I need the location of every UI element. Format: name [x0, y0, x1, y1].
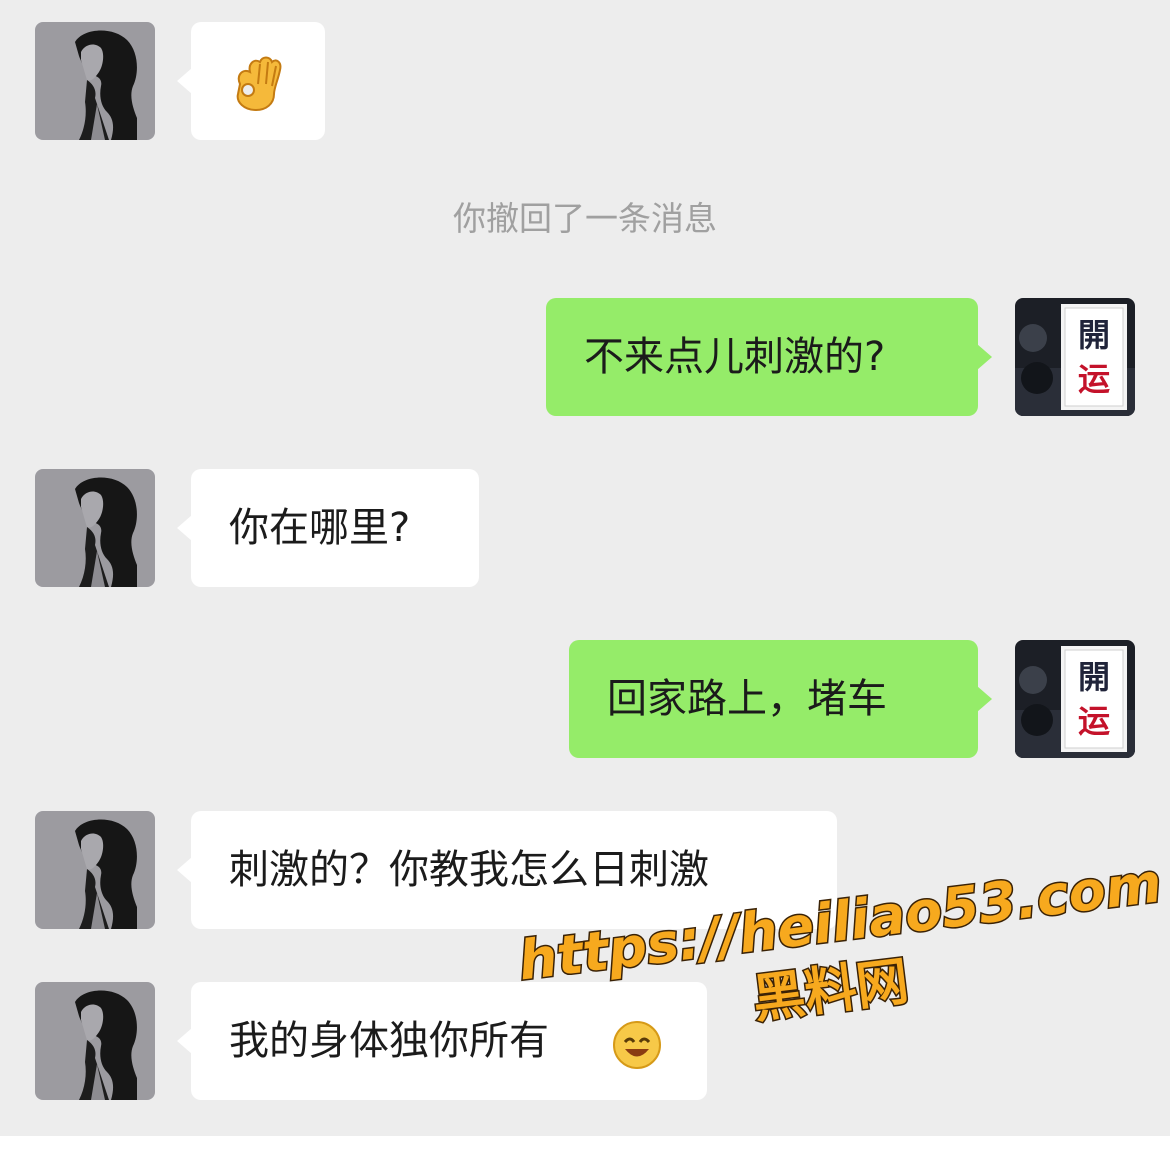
message-text: 我的身体独你所有: [229, 1018, 549, 1064]
kaiyun-logo-avatar-icon: [1015, 640, 1135, 758]
message-bubble-incoming[interactable]: 你在哪里?: [177, 469, 479, 587]
contact-avatar[interactable]: [35, 982, 155, 1100]
chat-area[interactable]: 你撤回了一条消息 不来点儿刺激的? 你在哪里? 回家路上，堵车 刺激的？你教我怎…: [0, 0, 1170, 1136]
self-avatar[interactable]: [1015, 640, 1135, 758]
self-avatar[interactable]: [1015, 298, 1135, 416]
message-bubble-incoming[interactable]: [177, 22, 325, 140]
laughing-face-icon: [613, 1021, 661, 1069]
woman-silhouette-avatar-icon: [35, 982, 155, 1100]
contact-avatar[interactable]: [35, 469, 155, 587]
message-bubble-outgoing[interactable]: 回家路上，堵车: [569, 640, 992, 758]
woman-silhouette-avatar-icon: [35, 22, 155, 140]
contact-avatar[interactable]: [35, 22, 155, 140]
contact-avatar[interactable]: [35, 811, 155, 929]
woman-silhouette-avatar-icon: [35, 469, 155, 587]
message-bubble-incoming[interactable]: 刺激的？你教我怎么日刺激: [177, 811, 837, 929]
woman-silhouette-avatar-icon: [35, 811, 155, 929]
recall-notice: 你撤回了一条消息: [453, 199, 717, 238]
message-bubble-outgoing[interactable]: 不来点儿刺激的?: [546, 298, 992, 416]
kaiyun-logo-avatar-icon: [1015, 298, 1135, 416]
ok-hand-icon: [236, 56, 282, 112]
watermark-name: 黑料网: [748, 950, 913, 1032]
